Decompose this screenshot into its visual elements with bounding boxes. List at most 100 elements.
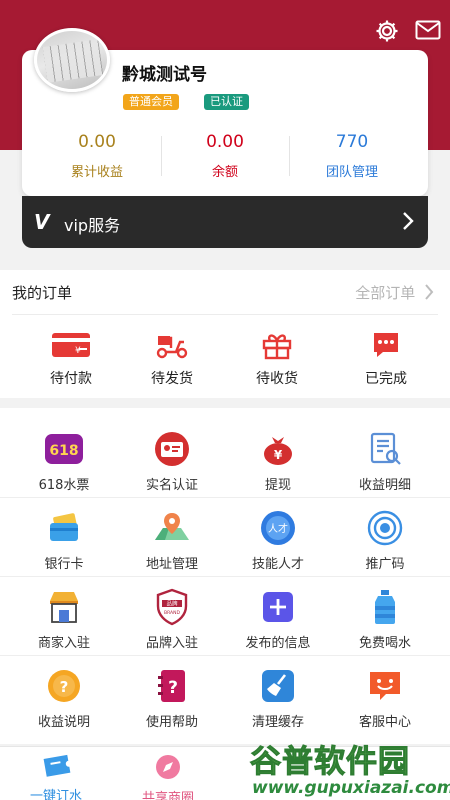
order-completed[interactable]: 已完成 bbox=[336, 328, 436, 388]
service-label: 推广码 bbox=[365, 557, 405, 572]
username: 黔城测试号 bbox=[122, 65, 207, 85]
svg-text:品牌: 品牌 bbox=[166, 600, 178, 608]
brand-shield-icon: 品牌 BRAND bbox=[117, 586, 227, 628]
watermark-url: www.gupuxiazai.com bbox=[252, 778, 450, 798]
service-label: 收益说明 bbox=[37, 715, 90, 730]
order-pending-receipt[interactable]: 待收货 bbox=[227, 328, 327, 388]
svg-text:?: ? bbox=[168, 678, 178, 698]
service-free-water[interactable]: 免费喝水 bbox=[330, 586, 440, 651]
order-label: 待付款 bbox=[50, 371, 92, 387]
divider bbox=[0, 655, 450, 656]
services-grid: 618 618水票 实名认证 ¥ 提现 收益明细 银行卡 地址管理 人才 技能人… bbox=[0, 408, 450, 744]
watermark-title: 谷普软件园 bbox=[250, 744, 410, 781]
svg-text:BRAND: BRAND bbox=[164, 610, 180, 616]
plus-icon bbox=[223, 586, 333, 628]
service-customer-center[interactable]: 客服中心 bbox=[330, 665, 440, 730]
certified-badge: 已认证 bbox=[204, 94, 249, 110]
tab-shared-business[interactable]: 共享商圈 bbox=[118, 753, 218, 800]
svg-text:¥: ¥ bbox=[75, 346, 81, 356]
vip-logo-icon: V bbox=[34, 210, 50, 234]
service-label: 收益明细 bbox=[358, 478, 411, 493]
report-icon bbox=[330, 428, 440, 470]
service-merchant-join[interactable]: 商家入驻 bbox=[9, 586, 119, 651]
order-label: 待发货 bbox=[151, 371, 193, 387]
compass-icon bbox=[156, 755, 180, 779]
svg-text:?: ? bbox=[60, 678, 69, 696]
question-icon: ? bbox=[9, 665, 119, 707]
order-pending-payment[interactable]: ¥ 待付款 bbox=[21, 328, 121, 388]
chevron-right-icon bbox=[425, 284, 434, 300]
service-earnings-detail[interactable]: 收益明细 bbox=[330, 428, 440, 493]
divider bbox=[0, 576, 450, 577]
service-label: 提现 bbox=[264, 478, 291, 493]
gift-icon bbox=[227, 328, 327, 362]
service-usage-help[interactable]: ? 使用帮助 bbox=[117, 665, 227, 730]
stat-label: 团队管理 bbox=[325, 165, 378, 180]
service-label: 实名认证 bbox=[145, 478, 198, 493]
mail-icon[interactable] bbox=[415, 20, 441, 40]
all-orders-link[interactable]: 全部订单 bbox=[355, 282, 434, 303]
money-bag-icon: ¥ bbox=[223, 428, 333, 470]
svg-text:¥: ¥ bbox=[274, 448, 283, 462]
id-card-icon bbox=[117, 428, 227, 470]
service-label: 清理缓存 bbox=[251, 715, 304, 730]
service-address-management[interactable]: 地址管理 bbox=[117, 507, 227, 572]
avatar[interactable] bbox=[34, 28, 110, 92]
member-badge: 普通会员 bbox=[123, 94, 179, 110]
map-pin-icon bbox=[117, 507, 227, 549]
vip-service-bar[interactable]: V vip服务 bbox=[22, 196, 428, 248]
water-bottle-icon bbox=[330, 586, 440, 628]
chat-icon bbox=[336, 328, 436, 362]
tab-order-water[interactable]: 一键订水 bbox=[6, 753, 106, 800]
stat-value: 0.00 bbox=[78, 132, 116, 152]
all-orders-label: 全部订单 bbox=[355, 284, 416, 302]
svg-text:人才: 人才 bbox=[268, 522, 288, 535]
svg-text:618: 618 bbox=[49, 443, 78, 459]
service-618-ticket[interactable]: 618 618水票 bbox=[9, 428, 119, 493]
service-label: 使用帮助 bbox=[145, 715, 198, 730]
stat-team-management[interactable]: 770 团队管理 bbox=[287, 132, 417, 180]
help-book-icon: ? bbox=[117, 665, 227, 707]
vip-label: vip服务 bbox=[64, 216, 121, 235]
service-clear-cache[interactable]: 清理缓存 bbox=[223, 665, 333, 730]
target-icon bbox=[330, 507, 440, 549]
service-published-info[interactable]: 发布的信息 bbox=[223, 586, 333, 651]
service-label: 品牌入驻 bbox=[145, 636, 198, 651]
service-smile-icon bbox=[330, 665, 440, 707]
scooter-icon bbox=[122, 328, 222, 362]
service-promo-code[interactable]: 推广码 bbox=[330, 507, 440, 572]
service-label: 商家入驻 bbox=[37, 636, 90, 651]
stat-label: 余额 bbox=[211, 165, 238, 180]
stat-balance[interactable]: 0.00 余额 bbox=[160, 132, 290, 180]
service-label: 技能人才 bbox=[251, 557, 304, 572]
talent-icon: 人才 bbox=[223, 507, 333, 549]
tab-label: 一键订水 bbox=[29, 789, 82, 800]
service-label: 发布的信息 bbox=[245, 636, 311, 651]
service-bank-card[interactable]: 银行卡 bbox=[9, 507, 119, 572]
broom-icon bbox=[223, 665, 333, 707]
service-id-verification[interactable]: 实名认证 bbox=[117, 428, 227, 493]
service-earnings-explain[interactable]: ? 收益说明 bbox=[9, 665, 119, 730]
watermark-logo: 谷普软件园 www.gupuxiazai.com bbox=[250, 736, 450, 800]
service-label: 618水票 bbox=[38, 478, 90, 493]
stat-label: 累计收益 bbox=[70, 165, 123, 180]
order-label: 已完成 bbox=[365, 371, 407, 387]
divider bbox=[0, 497, 450, 498]
tab-label: 共享商圈 bbox=[141, 791, 194, 800]
orders-title: 我的订单 bbox=[12, 284, 73, 302]
divider bbox=[12, 314, 438, 315]
order-pending-shipment[interactable]: 待发货 bbox=[122, 328, 222, 388]
service-brand-join[interactable]: 品牌 BRAND 品牌入驻 bbox=[117, 586, 227, 651]
ticket-icon bbox=[43, 754, 71, 777]
618-ticket-icon: 618 bbox=[9, 428, 119, 470]
stat-value: 770 bbox=[335, 132, 369, 152]
service-skilled-talent[interactable]: 人才 技能人才 bbox=[223, 507, 333, 572]
stat-value: 0.00 bbox=[206, 132, 244, 152]
service-label: 地址管理 bbox=[145, 557, 198, 572]
shop-icon bbox=[9, 586, 119, 628]
settings-gear-icon[interactable] bbox=[374, 18, 400, 44]
service-withdraw[interactable]: ¥ 提现 bbox=[223, 428, 333, 493]
card-icon: ¥ bbox=[21, 328, 121, 362]
orders-panel: 我的订单 全部订单 ¥ 待付款 待发货 待收货 已完成 bbox=[0, 270, 450, 398]
stat-total-earnings[interactable]: 0.00 累计收益 bbox=[32, 132, 162, 180]
